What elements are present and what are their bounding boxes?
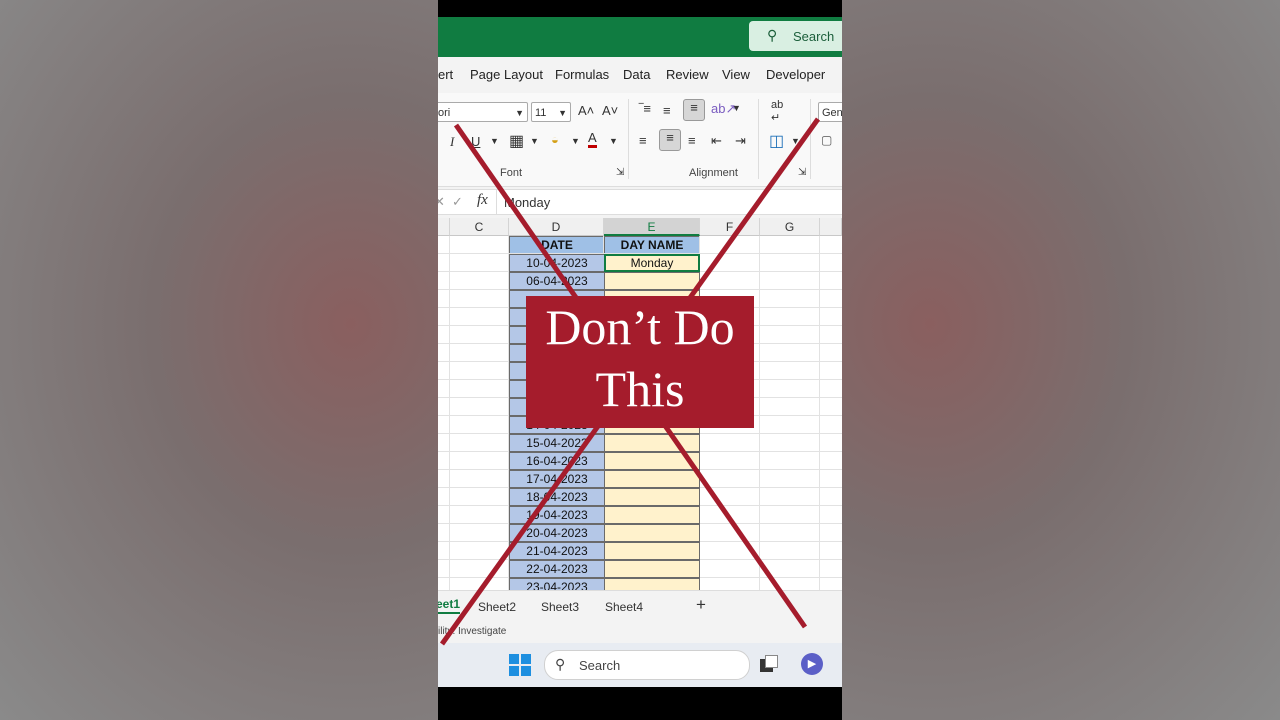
background-right: [842, 0, 1280, 720]
phone-frame: ⚲ Search ert Page Layout Formulas Data R…: [438, 0, 842, 720]
background-left: [0, 0, 438, 720]
banner-line-1: Don’t Do: [545, 299, 735, 355]
dont-do-this-banner: Don’t Do This: [526, 296, 754, 428]
excel-window: ⚲ Search ert Page Layout Formulas Data R…: [438, 17, 842, 687]
banner-line-2: This: [595, 361, 685, 417]
